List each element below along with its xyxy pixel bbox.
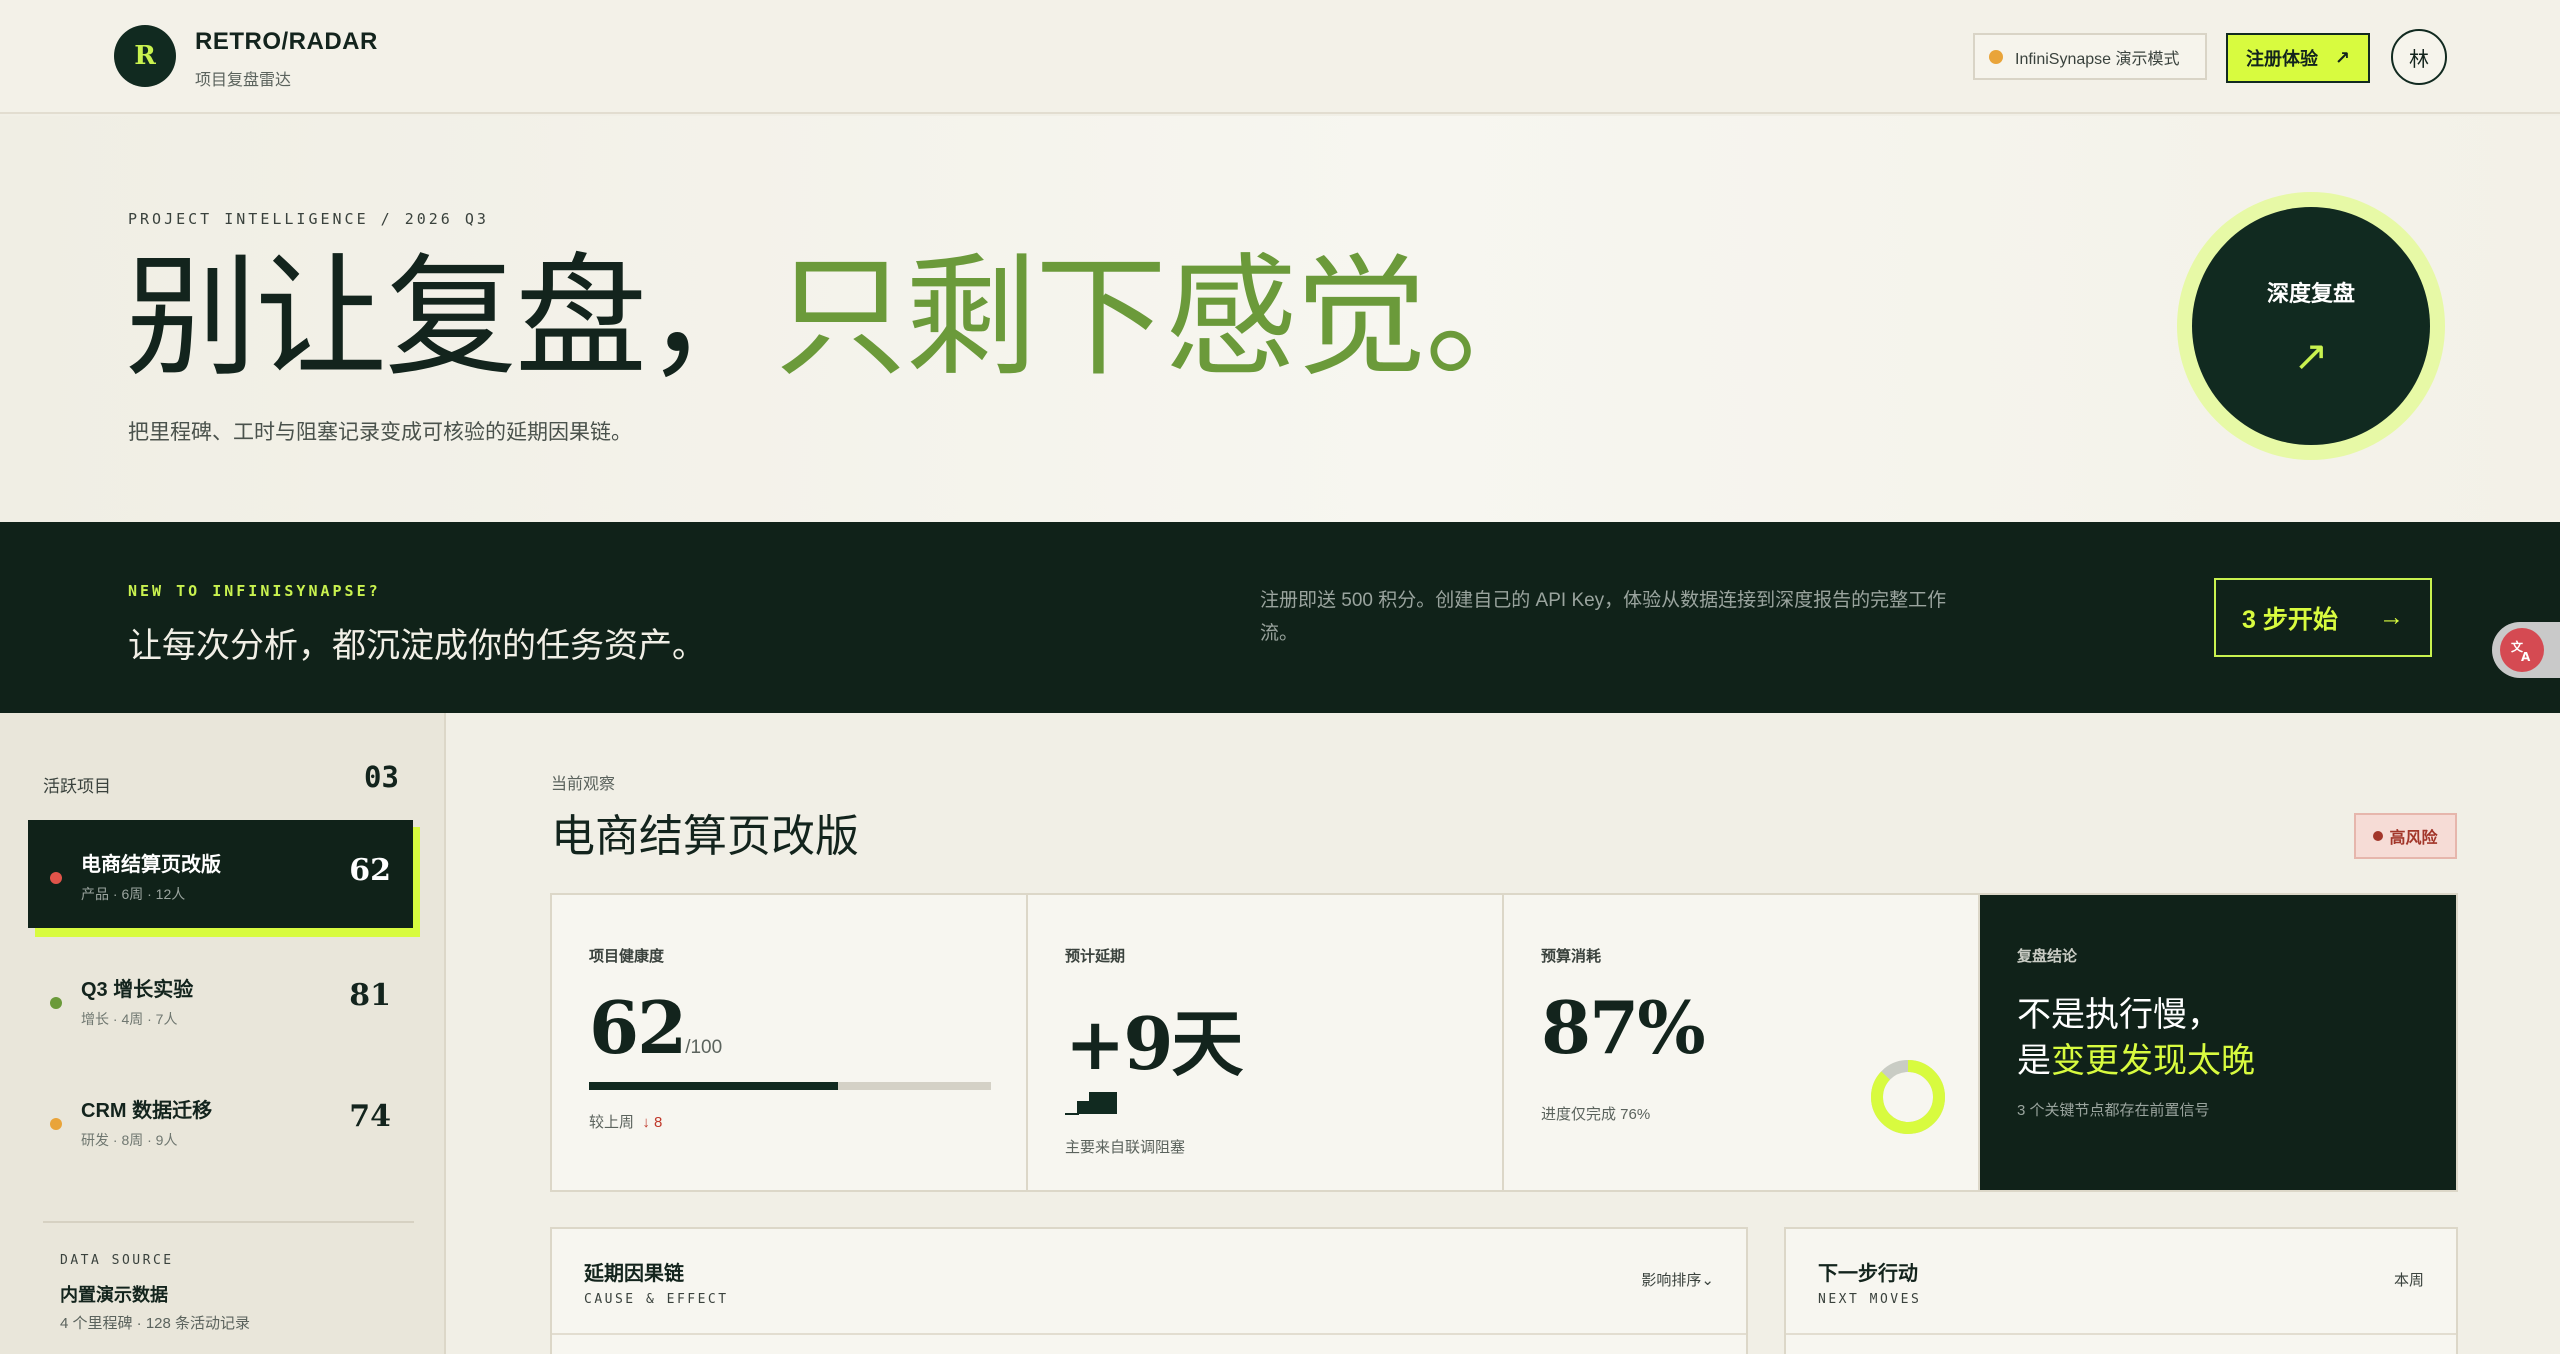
project-name: CRM 数据迁移 [81,1100,213,1122]
three-steps-label: 3 步开始 [2242,605,2338,634]
arrow-right-icon: → [2379,603,2404,631]
kpi-label: 项目健康度 [589,948,665,965]
delta-prefix: 较上周 [589,1114,635,1131]
banner-title: 让每次分析，都沉淀成你的任务资产。 [128,626,706,666]
kpi-foot: 主要来自联调阻塞 [1065,1139,1186,1156]
logo-mark[interactable]: R [114,25,176,87]
divider [1786,1333,2456,1335]
active-projects-label: 活跃项目 [43,777,111,796]
hero-title-main: 别让复盘， [125,241,777,395]
hero-title-accent: 只剩下感觉。 [775,241,1557,395]
hero-title: 别让复盘，只剩下感觉。 [125,238,1557,398]
translate-icon[interactable]: 文A [2500,628,2544,672]
status-dot-icon [1989,49,2003,64]
data-source-meta: 4 个里程碑 · 128 条活动记录 [60,1315,251,1332]
page-title: 电商结算页改版 [551,811,859,862]
banner-description: 注册即送 500 积分。创建自己的 API Key，体验从数据连接到深度报告的完… [1260,590,1947,644]
risk-badge: 高风险 [2354,813,2457,859]
kpi-delay: 预计延期 +9天 主要来自联调阻塞 [1028,895,1504,1190]
kpi-value: 87% [1541,985,1706,1070]
kpi-conclusion: 复盘结论 不是执行慢， 是变更发现太晚 3 个关键节点都存在前置信号 [1980,895,2456,1190]
project-score: 62 [349,853,391,888]
conclusion-line-1: 不是执行慢， [2017,995,2221,1035]
sidebar-item-project-2[interactable]: Q3 增长实验 增长 · 4周 · 7人 81 [28,945,413,1053]
project-name: Q3 增长实验 [81,979,194,1001]
kpi-value: 62/100 [589,985,722,1070]
week-filter[interactable]: 本周 [2394,1269,2424,1290]
kpi-row: 项目健康度 62/100 较上周 ↓ 8 预计延期 +9天 主要来自联调阻塞 预… [550,893,2458,1192]
data-source-title: 内置演示数据 [60,1285,168,1305]
data-source-kicker: DATA SOURCE [60,1253,174,1268]
project-score: 74 [349,1099,391,1134]
health-progress-bar [589,1082,991,1090]
health-progress-fill [589,1082,839,1090]
signup-button[interactable]: 注册体验 ↗ [2226,33,2370,83]
health-score: 62 [589,985,687,1070]
brand-name[interactable]: RETRO/RADAR [195,28,378,56]
project-score: 81 [349,978,391,1013]
kpi-label: 预算消耗 [1541,948,1602,965]
next-moves-card: 下一步行动 NEXT MOVES 本周 [1784,1227,2458,1354]
kpi-label: 预计延期 [1065,948,1126,965]
svg-text:A: A [2521,650,2531,663]
kpi-value: +9天 [1065,1001,1243,1086]
risk-label: 高风险 [2389,830,2438,847]
status-dot-icon [50,1118,62,1130]
status-dot-icon [50,872,62,884]
card-subtitle: NEXT MOVES [1818,1292,1922,1307]
demo-mode-label: InfiniSynapse 演示模式 [2015,50,2180,68]
arrow-up-right-icon: ↗ [2293,332,2329,379]
conclusion-foot: 3 个关键节点都存在前置信号 [2017,1102,2210,1119]
sidebar-item-project-1[interactable]: 电商结算页改版 产品 · 6周 · 12人 62 [28,820,413,928]
budget-donut-chart [1871,1060,1945,1134]
demo-mode-pill: InfiniSynapse 演示模式 [1973,33,2207,80]
signup-label: 注册体验 [2246,49,2318,69]
three-steps-button[interactable]: 3 步开始 → [2214,578,2432,657]
project-meta: 产品 · 6周 · 12人 [81,886,186,902]
status-dot-icon [50,997,62,1009]
risk-dot-icon [2373,831,2384,841]
kpi-foot: 较上周 ↓ 8 [589,1111,662,1132]
kpi-label: 复盘结论 [2017,948,2078,965]
divider [43,1221,414,1223]
divider [552,1333,1746,1335]
conclusion-line-2: 是变更发现太晚 [2017,1033,2255,1082]
deep-review-button[interactable]: 深度复盘 ↗ [2192,207,2430,445]
card-title: 延期因果链 [584,1263,684,1285]
active-projects-count: 03 [364,760,399,794]
cause-effect-card: 延期因果链 CAUSE & EFFECT 影响排序⌄ [550,1227,1748,1354]
brand-subtitle: 项目复盘雷达 [195,72,292,89]
card-title: 下一步行动 [1818,1263,1918,1285]
delta-down: ↓ 8 [642,1114,663,1131]
observing-label: 当前观察 [551,776,616,793]
avatar[interactable]: 林 [2391,29,2447,85]
kpi-foot: 进度仅完成 76% [1541,1106,1651,1123]
conclusion-highlight: 变更发现太晚 [2051,1041,2255,1081]
hero-kicker: PROJECT INTELLIGENCE / 2026 Q3 [128,210,489,228]
conclusion-prefix: 是 [2017,1041,2051,1081]
kpi-budget: 预算消耗 87% 进度仅完成 76% [1504,895,1980,1190]
deep-review-label: 深度复盘 [2266,281,2355,306]
arrow-up-right-icon: ↗ [2334,47,2350,68]
project-meta: 研发 · 8周 · 9人 [81,1132,178,1148]
step-chart-icon [1065,1092,1117,1115]
health-unit: /100 [685,1037,723,1058]
impact-sort-dropdown[interactable]: 影响排序⌄ [1641,1269,1714,1290]
card-subtitle: CAUSE & EFFECT [584,1292,729,1307]
kpi-health: 项目健康度 62/100 较上周 ↓ 8 [552,895,1028,1190]
banner-kicker: NEW TO INFINISYNAPSE? [128,582,381,600]
sidebar-item-project-3[interactable]: CRM 数据迁移 研发 · 8周 · 9人 74 [28,1066,413,1174]
project-name: 电商结算页改版 [81,854,221,876]
project-meta: 增长 · 4周 · 7人 [81,1011,178,1027]
hero-subtitle: 把里程碑、工时与阻塞记录变成可核验的延期因果链。 [128,421,632,444]
